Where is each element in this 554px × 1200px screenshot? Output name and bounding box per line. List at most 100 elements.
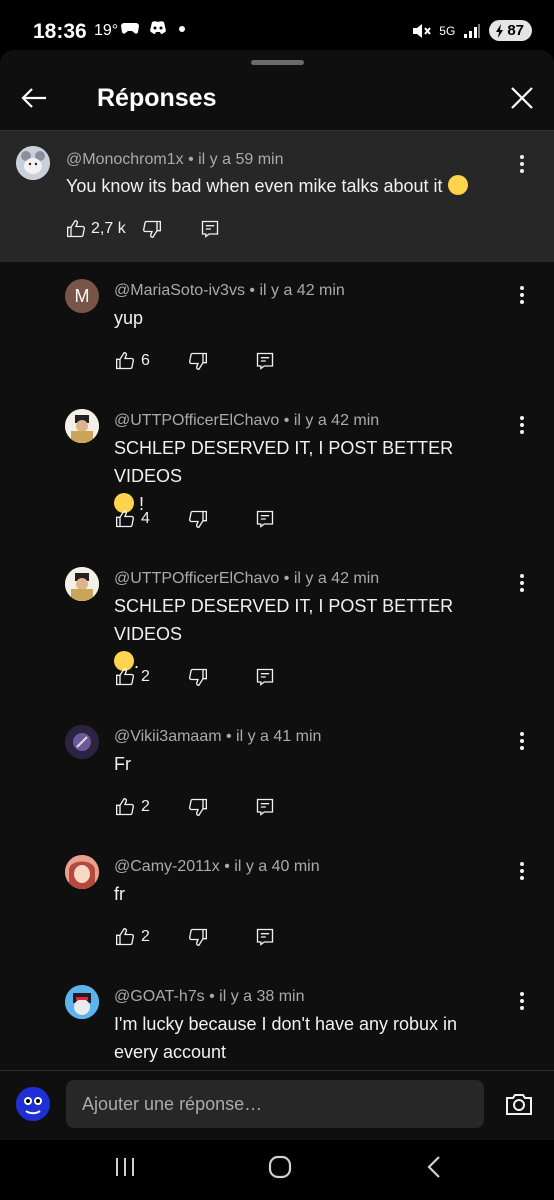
more-options-icon[interactable]	[510, 152, 534, 176]
home-icon[interactable]	[265, 1152, 295, 1182]
comment-text-content: You know its bad when even mike talks ab…	[66, 176, 443, 196]
comment-text: Fr	[114, 754, 131, 774]
comment-meta: @MariaSoto-iv3vs • il y a 42 min	[114, 282, 345, 299]
system-back-icon[interactable]	[420, 1152, 450, 1182]
more-options-icon[interactable]	[510, 571, 534, 595]
comment-author[interactable]: @Camy-2011x	[114, 858, 220, 875]
avatar[interactable]	[65, 985, 99, 1019]
comment-meta: @Vikii3amaam • il y a 41 min	[114, 728, 322, 745]
comment-author[interactable]: @Monochrom1x	[66, 151, 184, 168]
avatar[interactable]	[16, 146, 50, 180]
reply-icon[interactable]	[255, 509, 275, 529]
reply-item: @UTTPOfficerElChavo • il y a 42 min SCHL…	[0, 392, 554, 550]
reply-icon[interactable]	[255, 351, 275, 371]
comment-meta: @GOAT-h7s • il y a 38 min	[114, 988, 305, 1005]
more-options-icon[interactable]	[510, 283, 534, 307]
more-options-icon[interactable]	[510, 729, 534, 753]
crying-emoji-icon	[447, 175, 468, 195]
sheet-header: Réponses	[0, 70, 554, 132]
thumbs-up-icon	[116, 351, 134, 370]
more-options-icon[interactable]	[510, 989, 534, 1013]
my-avatar	[16, 1087, 50, 1121]
more-options-icon[interactable]	[510, 413, 534, 437]
thumbs-down-icon[interactable]	[188, 927, 208, 947]
mute-icon	[413, 23, 432, 38]
character-avatar-icon	[65, 567, 99, 601]
like-count: 2,7 k	[91, 220, 126, 237]
like-button[interactable]: 4	[115, 509, 150, 529]
reply-icon[interactable]	[255, 797, 275, 817]
like-button[interactable]: 2	[115, 667, 150, 687]
reply-composer: Ajouter une réponse…	[0, 1070, 554, 1141]
avatar[interactable]	[65, 567, 99, 601]
comment-author[interactable]: @MariaSoto-iv3vs	[114, 282, 245, 299]
reply-item: M @MariaSoto-iv3vs • il y a 42 min yup 6	[0, 262, 554, 392]
like-button[interactable]: 2	[115, 927, 150, 947]
recent-apps-icon[interactable]	[110, 1152, 140, 1182]
thumbs-up-icon	[116, 797, 134, 816]
status-right: 5G 87	[411, 20, 532, 41]
avatar[interactable]	[65, 725, 99, 759]
avatar[interactable]: M	[65, 279, 99, 313]
parent-comment: @Monochrom1x • il y a 59 min You know it…	[0, 131, 554, 262]
comment-author[interactable]: @UTTPOfficerElChavo	[114, 412, 279, 429]
thumbs-down-icon[interactable]	[142, 219, 162, 239]
reply-item: @Vikii3amaam • il y a 41 min Fr 2	[0, 708, 554, 838]
status-time: 18:36	[33, 20, 87, 43]
back-arrow-icon[interactable]	[18, 82, 50, 114]
dot-icon	[178, 26, 185, 32]
more-options-icon[interactable]	[510, 859, 534, 883]
comment-meta: @UTTPOfficerElChavo • il y a 42 min	[114, 412, 380, 429]
signal-icon	[464, 23, 481, 38]
reply-item: @GOAT-h7s • il y a 38 min I'm lucky beca…	[0, 968, 554, 1070]
system-navbar	[0, 1140, 554, 1200]
discord-icon	[150, 21, 167, 34]
thumbs-down-icon[interactable]	[188, 667, 208, 687]
thumbs-down-icon[interactable]	[188, 797, 208, 817]
battery-level: 87	[507, 22, 524, 39]
thumbs-down-icon[interactable]	[188, 351, 208, 371]
reply-item: @Camy-2011x • il y a 40 min fr 2	[0, 838, 554, 968]
battery-indicator: 87	[489, 20, 532, 41]
avatar[interactable]	[65, 855, 99, 889]
replies-sheet: Réponses @Monochrom1x • il y a 59 min Yo…	[0, 50, 554, 1200]
comment-time: il y a 59 min	[198, 151, 284, 168]
comment-meta: @UTTPOfficerElChavo • il y a 42 min	[114, 570, 380, 587]
like-button[interactable]: 6	[115, 351, 150, 371]
comment-text: yup	[114, 308, 144, 328]
reply-input[interactable]: Ajouter une réponse…	[66, 1080, 484, 1128]
comment-text: fr	[114, 884, 125, 904]
reply-icon[interactable]	[255, 927, 275, 947]
comment-text: I'm lucky because I don't have any robux…	[114, 1014, 458, 1062]
status-bar: 18:36 19° 5G 87	[0, 0, 554, 50]
like-button[interactable]: 2,7 k	[66, 219, 126, 239]
close-icon[interactable]	[508, 84, 536, 112]
thumbs-down-icon[interactable]	[188, 509, 208, 529]
comment-actions: 2	[115, 667, 275, 687]
like-count: 6	[141, 352, 150, 369]
camera-icon[interactable]	[504, 1089, 534, 1119]
avatar[interactable]	[65, 409, 99, 443]
like-button[interactable]: 2	[115, 797, 150, 817]
comment-time: il y a 40 min	[234, 858, 320, 875]
comment-author[interactable]: @UTTPOfficerElChavo	[114, 570, 279, 587]
like-count: 2	[141, 798, 150, 815]
reply-item: @UTTPOfficerElChavo • il y a 42 min SCHL…	[0, 550, 554, 708]
user-avatar-icon	[16, 1087, 50, 1121]
network-type: 5G	[439, 23, 456, 38]
reply-icon[interactable]	[200, 219, 220, 239]
comment-author[interactable]: @Vikii3amaam	[114, 728, 222, 745]
comment-actions: 4	[115, 509, 275, 529]
drag-handle[interactable]	[251, 60, 304, 65]
comment-time: il y a 42 min	[293, 412, 380, 429]
charging-icon	[496, 23, 504, 38]
reply-icon[interactable]	[255, 667, 275, 687]
comment-actions: 2	[115, 797, 275, 817]
mouse-avatar-icon	[16, 146, 50, 180]
thumbs-up-icon	[116, 927, 134, 946]
comment-author[interactable]: @GOAT-h7s	[114, 988, 205, 1005]
comment-actions: 2	[115, 927, 275, 947]
anime-avatar-icon	[65, 855, 99, 889]
comment-text-content: SCHLEP DESERVED IT, I POST BETTER VIDEOS	[114, 438, 454, 486]
dark-avatar-icon	[65, 725, 99, 759]
